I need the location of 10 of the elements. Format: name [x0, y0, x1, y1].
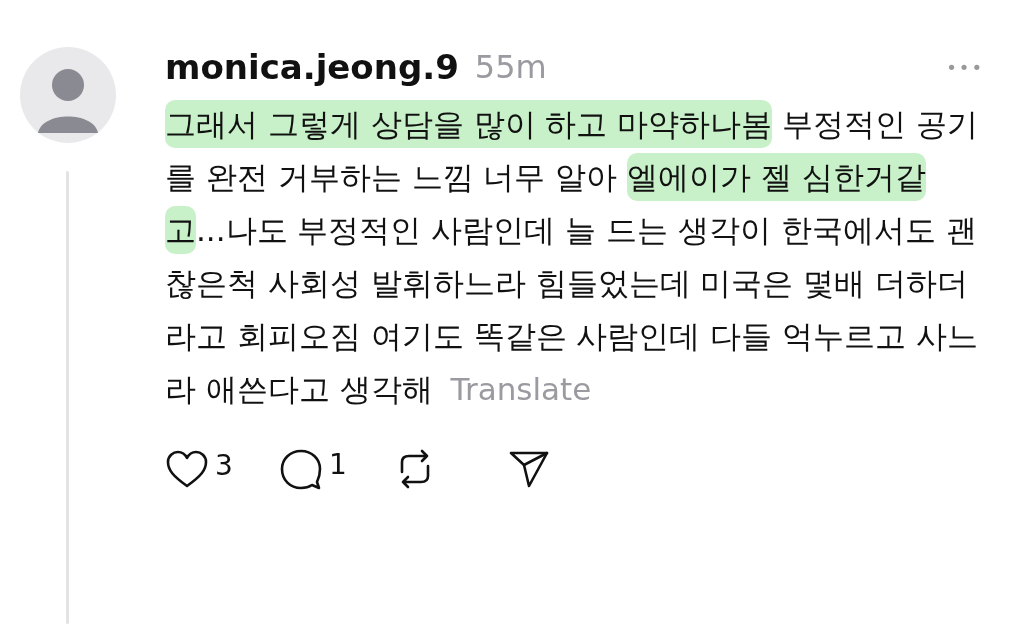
action-count: 1 [329, 447, 347, 483]
avatar-icon[interactable] [19, 47, 116, 143]
action-count: 3 [215, 448, 233, 484]
heart-icon[interactable] [165, 449, 209, 489]
username[interactable]: monica.jeong.9 [165, 41, 459, 93]
post-text: 그래서 그렇게 상담을 많이 하고 마약하나봄 부정적인 공기를 완전 거부하는 느낌 너무 알아 엘에이가 젤 심한거같고...나도 부정적인 사람인데 늘 드는 생각이 한국에서도 괜찮은척 사회성 발휘하느라 힘들었는데 미국은 몇배 더하더라고 회피오짐 여기도 똑같은 사람인데 다들 억누르고 사느라 애쓴다고 생각해 Translate [165, 98, 980, 416]
translate-link[interactable]: Translate [450, 371, 592, 407]
comment-icon[interactable] [279, 448, 323, 490]
post-time: 55m [474, 47, 547, 88]
more-button[interactable]: ••• [946, 53, 984, 81]
